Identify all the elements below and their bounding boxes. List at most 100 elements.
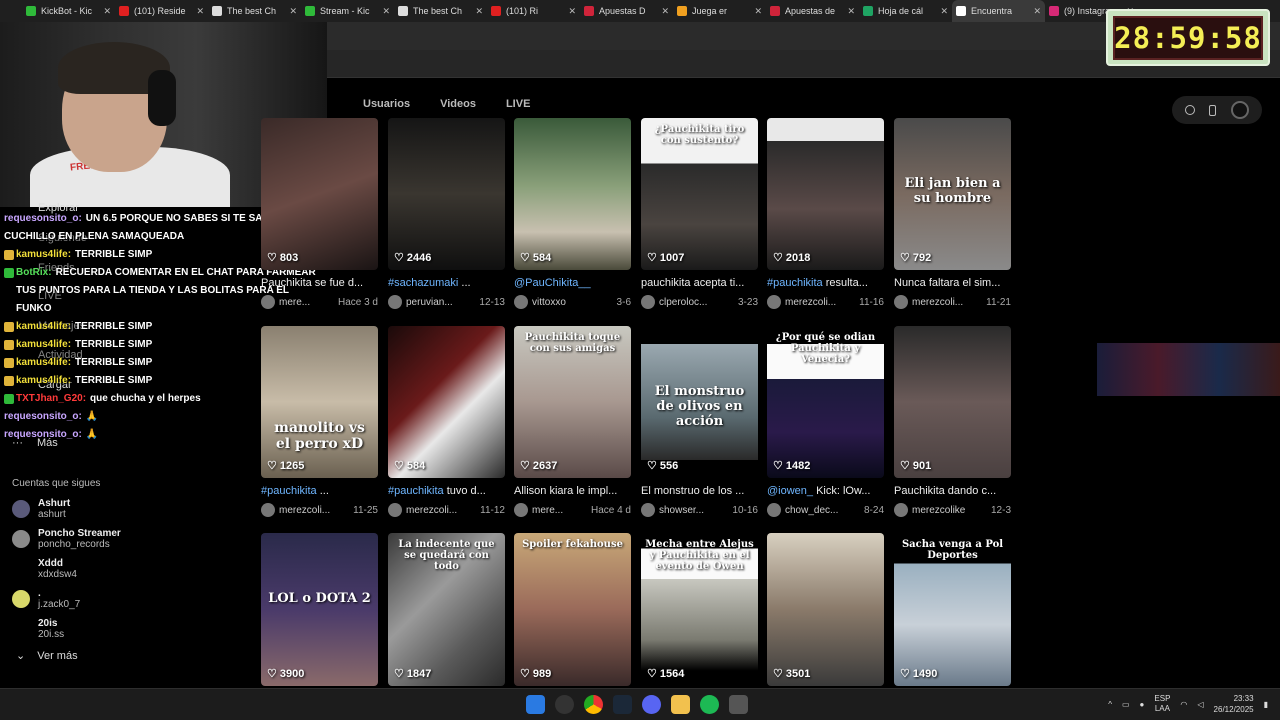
video-author[interactable]: mere... [532,505,587,516]
mic-icon[interactable]: ● [1140,700,1145,709]
video-card[interactable]: ♡ 803 Pauchikita se fue d... mere... Hace … [261,118,378,309]
video-card[interactable]: ♡ 2018 #pauchikita resulta... merezcoli..… [767,118,884,309]
video-author[interactable]: showser... [659,505,728,516]
chat-username[interactable]: TXTJhan_G20: [16,393,86,404]
video-card[interactable]: LOL o DOTA 2 ♡ 3900 [261,533,378,686]
phone-icon[interactable] [1209,104,1217,116]
video-author[interactable]: clperoloc... [659,297,734,308]
video-author[interactable]: vittoxxo [532,297,613,308]
video-thumbnail[interactable]: ♡ 2018 [767,118,884,270]
video-author[interactable]: merezcoli... [406,505,476,516]
video-hashtag[interactable]: @PauChikita__ [514,277,591,289]
video-thumbnail[interactable]: Mecha entre Alejus y Pauchikita en el ev… [641,533,758,686]
wifi-icon[interactable]: ◠ [1180,700,1187,709]
browser-tab[interactable]: Encuentra ✕ [952,0,1045,22]
steam-icon[interactable] [613,695,632,714]
video-card[interactable]: ♡ 584 @PauChikita__ vittoxxo 3-6 [514,118,631,309]
close-icon[interactable]: ✕ [568,6,576,17]
close-icon[interactable]: ✕ [1033,6,1041,17]
video-card[interactable]: ¿Pauchikita tiro con sustento? ♡ 1007 pau… [641,118,758,309]
browser-tab[interactable]: Stream - Kic ✕ [301,0,394,22]
video-thumbnail[interactable]: ¿Pauchikita tiro con sustento? ♡ 1007 [641,118,758,270]
video-thumbnail[interactable]: ♡ 584 [514,118,631,270]
video-thumbnail[interactable]: LOL o DOTA 2 ♡ 3900 [261,533,378,686]
video-thumbnail[interactable]: ♡ 803 [261,118,378,270]
video-title[interactable]: pauchikita acepta ti... [641,277,758,289]
video-thumbnail[interactable]: ♡ 2446 [388,118,505,270]
video-author[interactable]: merezcoli... [912,297,982,308]
video-title[interactable]: El monstruo de los ... [641,485,758,497]
video-hashtag[interactable]: #pauchikita [261,485,317,497]
video-thumbnail[interactable]: ♡ 584 [388,326,505,478]
followed-account[interactable]: 20is 20i.ss [12,617,252,641]
close-icon[interactable]: ✕ [289,6,297,17]
video-thumbnail[interactable]: La indecente que se quedará con todo ♡ 18… [388,533,505,686]
browser-tab[interactable]: Hoja de cál ✕ [859,0,952,22]
chevron-up-icon[interactable]: ^ [1108,700,1112,709]
close-icon[interactable]: ✕ [847,6,855,17]
video-card[interactable]: Eli jan bien a su hombre ♡ 792 Nunca falt… [894,118,1011,309]
video-card[interactable]: Spoiler fekahouse ♡ 989 [514,533,631,686]
chat-username[interactable]: kamus4life: [16,357,71,368]
chat-username[interactable]: requesonsito_o: [4,429,82,440]
language-indicator[interactable]: ESP LAA [1154,694,1170,714]
followed-account[interactable]: . j.zack0_7 [12,587,252,611]
video-card[interactable]: El monstruo de olivos en acción ♡ 556 El … [641,326,758,517]
video-thumbnail[interactable]: El monstruo de olivos en acción ♡ 556 [641,326,758,478]
video-card[interactable]: Pauchikita toque con sus amigas ♡ 2637 Al… [514,326,631,517]
chat-username[interactable]: BotRix: [16,267,52,278]
video-hashtag[interactable]: #pauchikita [388,485,444,497]
close-icon[interactable]: ✕ [103,6,111,17]
tab-users[interactable]: Usuarios [363,98,410,110]
video-title[interactable]: #pauchikita tuvo d... [388,485,505,497]
chat-username[interactable]: kamus4life: [16,249,71,260]
video-hashtag[interactable]: #pauchikita [767,277,823,289]
chrome-icon[interactable] [584,695,603,714]
settings-icon[interactable] [1185,105,1196,115]
followed-account[interactable]: Poncho Streamer poncho_records [12,527,252,551]
browser-tab[interactable]: (101) Reside ✕ [115,0,208,22]
video-thumbnail[interactable]: manolito vs el perro xD ♡ 1265 [261,326,378,478]
chat-username[interactable]: kamus4life: [16,375,71,386]
video-author[interactable]: merezcoli... [785,297,855,308]
video-title[interactable]: #pauchikita resulta... [767,277,884,289]
close-icon[interactable]: ✕ [661,6,669,17]
video-author[interactable]: merezcoli... [279,505,349,516]
tab-videos[interactable]: Videos [440,98,476,110]
close-icon[interactable]: ✕ [475,6,483,17]
video-title[interactable]: Nunca faltara el sim... [894,277,1011,289]
video-title[interactable]: Pauchikita se fue d... [261,277,378,289]
video-hashtag[interactable]: #sachazumaki [388,277,458,289]
browser-tab[interactable]: KickBot - Kic ✕ [22,0,115,22]
video-author[interactable]: merezcolike [912,505,987,516]
video-title[interactable]: Allison kiara le impl... [514,485,631,497]
notification-icon[interactable]: ▮ [1264,700,1268,709]
chat-username[interactable]: kamus4life: [16,321,71,332]
spotify-icon[interactable] [700,695,719,714]
chat-username[interactable]: requesonsito_o: [4,213,82,224]
windows-start-icon[interactable] [526,695,545,714]
close-icon[interactable]: ✕ [940,6,948,17]
video-card[interactable]: ¿Por qué se odian Pauchikita y Venecia? … [767,326,884,517]
followed-account[interactable]: Xddd xdxdsw4 [12,557,252,581]
video-card[interactable]: ♡ 584 #pauchikita tuvo d... merezcoli... 1… [388,326,505,517]
folder-icon[interactable] [671,695,690,714]
discord-icon[interactable] [642,695,661,714]
followed-account[interactable]: Ashurt ashurt [12,497,252,521]
video-thumbnail[interactable]: ♡ 3501 [767,533,884,686]
volume-icon[interactable]: ◁ [1197,700,1203,709]
video-author[interactable]: chow_dec... [785,505,860,516]
tab-live[interactable]: LIVE [506,98,530,110]
close-icon[interactable]: ✕ [196,6,204,17]
video-card[interactable]: manolito vs el perro xD ♡ 1265 #pauchikit… [261,326,378,517]
video-title[interactable]: #pauchikita ... [261,485,378,497]
video-hashtag[interactable]: @iowen_ [767,485,813,497]
browser-tab[interactable]: Apuestas de ✕ [766,0,859,22]
browser-tab[interactable]: Apuestas D ✕ [580,0,673,22]
see-more-button[interactable]: ⌄ Ver más [16,649,252,663]
close-icon[interactable]: ✕ [382,6,390,17]
video-author[interactable]: mere... [279,297,334,308]
video-card[interactable]: ♡ 901 Pauchikita dando c... merezcolike 12… [894,326,1011,517]
obs-icon[interactable] [555,695,574,714]
video-thumbnail[interactable]: ¿Por qué se odian Pauchikita y Venecia? … [767,326,884,478]
